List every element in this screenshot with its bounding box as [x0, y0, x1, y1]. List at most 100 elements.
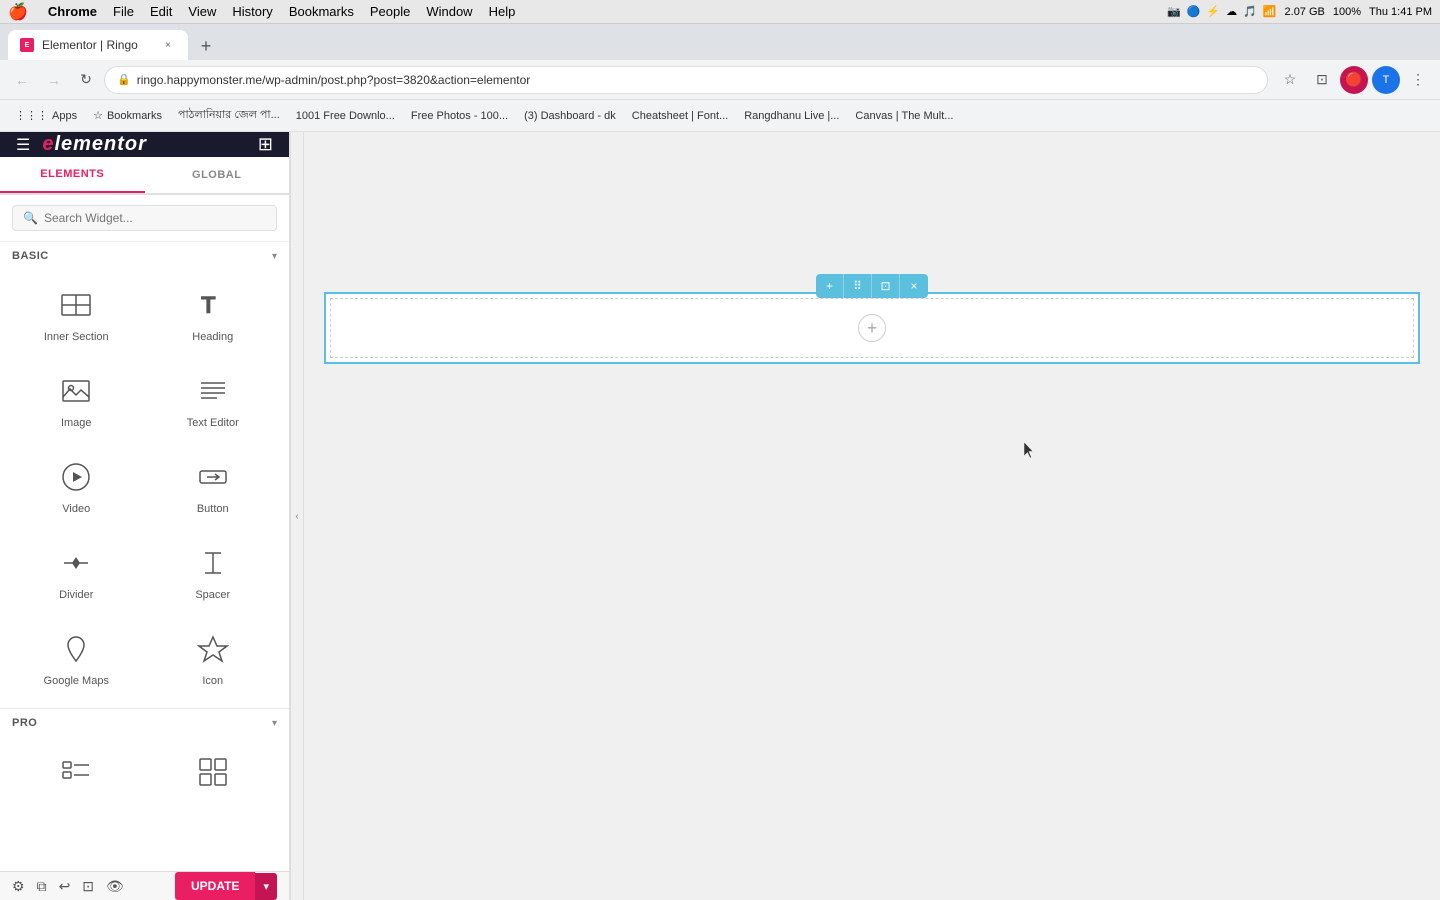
- sidebar-search: 🔍: [0, 195, 289, 242]
- menubar-people[interactable]: People: [370, 4, 410, 19]
- menubar-bookmarks[interactable]: Bookmarks: [289, 4, 354, 19]
- sidebar-footer: ⚙ ⧉ ↩ ⊡ 👁 UPDATE ▾: [0, 871, 289, 900]
- widget-video[interactable]: Video: [8, 442, 145, 528]
- menubar-window[interactable]: Window: [426, 4, 472, 19]
- bookmark-3-label: Free Photos - 100...: [411, 110, 508, 122]
- inner-section-label: Inner Section: [44, 331, 109, 343]
- inner-section-icon: [58, 287, 94, 323]
- bookmark-7[interactable]: Canvas | The Mult...: [848, 107, 960, 125]
- bookmark-5[interactable]: Cheatsheet | Font...: [625, 107, 735, 125]
- pro-widget-grid: [0, 737, 289, 871]
- update-dropdown-button[interactable]: ▾: [255, 873, 277, 900]
- widget-divider[interactable]: Divider: [8, 528, 145, 614]
- bookmark-5-label: Cheatsheet | Font...: [632, 110, 728, 122]
- responsive-icon[interactable]: ⊡: [82, 878, 94, 895]
- elementor-section[interactable]: +: [324, 292, 1420, 364]
- button-label: Button: [197, 503, 229, 515]
- canvas-area[interactable]: + ⠿ ⊡ × +: [304, 132, 1440, 900]
- pro-section-label: PRO: [12, 717, 37, 729]
- bookmark-2[interactable]: 1001 Free Downlo...: [289, 107, 402, 125]
- settings-icon[interactable]: ⚙: [12, 878, 25, 895]
- menubar-file[interactable]: File: [113, 4, 134, 19]
- widget-inner-section[interactable]: Inner Section: [8, 270, 145, 356]
- forward-button[interactable]: →: [40, 66, 68, 94]
- active-tab[interactable]: E Elementor | Ringo ×: [8, 30, 188, 60]
- section-drag-handle[interactable]: ⠿: [844, 274, 872, 298]
- menubar-view[interactable]: View: [188, 4, 216, 19]
- pro-widget-2-icon: [195, 754, 231, 790]
- widget-button[interactable]: Button: [145, 442, 282, 528]
- basic-section-chevron: ▾: [272, 251, 277, 262]
- menubar-help[interactable]: Help: [489, 4, 516, 19]
- widget-grid: Inner Section T Heading: [0, 270, 289, 708]
- image-label: Image: [61, 417, 92, 429]
- basic-section-header[interactable]: BASIC ▾: [0, 242, 289, 270]
- widget-heading[interactable]: T Heading: [145, 270, 282, 356]
- elementor-column[interactable]: +: [330, 298, 1414, 358]
- back-button[interactable]: ←: [8, 66, 36, 94]
- extensions-button[interactable]: 🔴: [1340, 66, 1368, 94]
- basic-section-label: BASIC: [12, 250, 49, 262]
- apps-icon: ⋮⋮⋮: [15, 109, 48, 122]
- sidebar-header-left: ☰ elementor: [16, 133, 147, 156]
- apple-menu-icon[interactable]: 🍎: [8, 2, 28, 22]
- bookmark-3[interactable]: Free Photos - 100...: [404, 107, 515, 125]
- grid-icon[interactable]: ⊞: [258, 134, 273, 155]
- tab-elements[interactable]: ELEMENTS: [0, 157, 145, 193]
- add-widget-button[interactable]: +: [858, 314, 886, 342]
- widget-spacer[interactable]: Spacer: [145, 528, 282, 614]
- section-wrapper: + ⠿ ⊡ × +: [324, 292, 1420, 364]
- more-button[interactable]: ⋮: [1404, 66, 1432, 94]
- widget-icon[interactable]: Icon: [145, 614, 282, 700]
- tab-favicon: E: [20, 38, 34, 52]
- address-bar[interactable]: 🔒 ringo.happymonster.me/wp-admin/post.ph…: [104, 66, 1268, 94]
- bookmark-bookmarks[interactable]: ☆ Bookmarks: [86, 106, 169, 125]
- section-close-button[interactable]: ×: [900, 274, 928, 298]
- bookmark-apps[interactable]: ⋮⋮⋮ Apps: [8, 106, 84, 125]
- new-tab-button[interactable]: +: [192, 32, 220, 60]
- pro-widget-1[interactable]: [8, 737, 145, 811]
- elementor-canvas: + ⠿ ⊡ × +: [304, 132, 1440, 900]
- divider-icon: [58, 545, 94, 581]
- tab-global[interactable]: GLOBAL: [145, 157, 290, 193]
- section-add-button[interactable]: +: [816, 274, 844, 298]
- widget-google-maps[interactable]: Google Maps: [8, 614, 145, 700]
- video-label: Video: [62, 503, 90, 515]
- bookmark-6[interactable]: Rangdhanu Live |...: [737, 107, 846, 125]
- widget-image[interactable]: Image: [8, 356, 145, 442]
- bookmark-2-label: 1001 Free Downlo...: [296, 110, 395, 122]
- bookmark-4-label: (3) Dashboard - dk: [524, 110, 616, 122]
- menubar-edit[interactable]: Edit: [150, 4, 172, 19]
- tab-close-button[interactable]: ×: [160, 37, 176, 53]
- collapse-chevron-icon: ‹: [295, 511, 298, 522]
- menubar-chrome[interactable]: Chrome: [48, 4, 97, 19]
- macos-menubar: 🍎 Chrome File Edit View History Bookmark…: [0, 0, 1440, 24]
- menubar-history[interactable]: History: [232, 4, 272, 19]
- preview-icon[interactable]: 👁: [106, 878, 124, 895]
- section-settings-button[interactable]: ⊡: [872, 274, 900, 298]
- screenshot-button[interactable]: ⊡: [1308, 66, 1336, 94]
- bookmark-1[interactable]: পাঠলানিয়ার জেল পা...: [171, 103, 287, 128]
- pro-widget-2[interactable]: [145, 737, 282, 811]
- layers-icon[interactable]: ⧉: [37, 878, 47, 895]
- text-editor-label: Text Editor: [187, 417, 239, 429]
- widget-text-editor[interactable]: Text Editor: [145, 356, 282, 442]
- hamburger-icon[interactable]: ☰: [16, 135, 30, 155]
- profile-button[interactable]: T: [1372, 66, 1400, 94]
- history-icon[interactable]: ↩: [59, 878, 71, 895]
- bookmark-4[interactable]: (3) Dashboard - dk: [517, 107, 623, 125]
- sidebar-collapse-handle[interactable]: ‹: [290, 132, 304, 900]
- bookmarks-bar: ⋮⋮⋮ Apps ☆ Bookmarks পাঠলানিয়ার জেল পা.…: [0, 100, 1440, 132]
- footer-icons: ⚙ ⧉ ↩ ⊡ 👁: [12, 878, 124, 895]
- system-icons: 📷🔵⚡☁🎵📶: [1167, 5, 1277, 18]
- spacer-label: Spacer: [195, 589, 230, 601]
- search-input[interactable]: [44, 211, 266, 225]
- google-maps-label: Google Maps: [44, 675, 109, 687]
- reload-button[interactable]: ↻: [72, 66, 100, 94]
- pro-section-header[interactable]: PRO ▾: [0, 708, 289, 737]
- bookmark-star-button[interactable]: ☆: [1276, 66, 1304, 94]
- heading-label: Heading: [192, 331, 233, 343]
- update-button[interactable]: UPDATE: [175, 872, 255, 900]
- spacer-icon: [195, 545, 231, 581]
- chrome-toolbar: ← → ↻ 🔒 ringo.happymonster.me/wp-admin/p…: [0, 60, 1440, 100]
